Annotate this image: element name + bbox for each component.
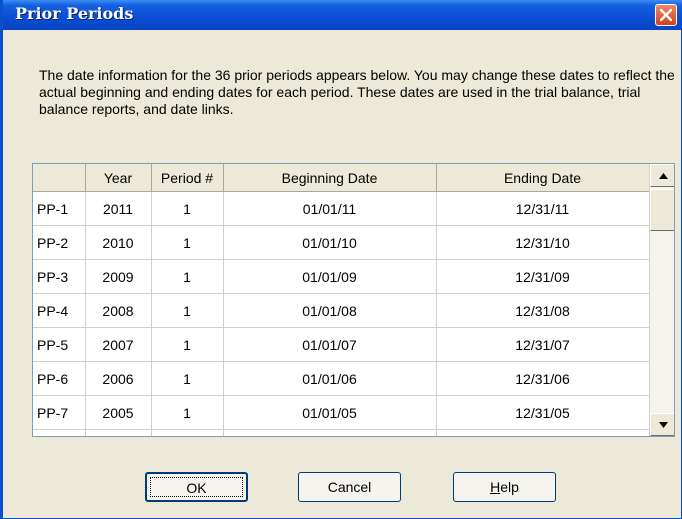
row-label-cell: PP-5 xyxy=(33,327,86,362)
cancel-label: Cancel xyxy=(327,479,372,495)
ok-label: OK xyxy=(186,480,207,496)
vertical-scrollbar[interactable] xyxy=(649,164,674,436)
beginning-date-cell[interactable]: 01/01/10 xyxy=(223,225,437,260)
cancel-button[interactable]: Cancel xyxy=(298,472,401,502)
title-bar[interactable]: Prior Periods xyxy=(3,0,682,30)
beginning-date-cell[interactable]: 01/01/07 xyxy=(223,327,437,362)
table-row[interactable]: PP-1 2011 1 01/01/11 12/31/11 xyxy=(33,191,650,226)
year-cell[interactable]: 2005 xyxy=(85,395,152,430)
row-label-cell: PP-7 xyxy=(33,395,86,430)
scroll-up-button[interactable] xyxy=(650,164,674,187)
row-label-cell: PP-6 xyxy=(33,361,86,396)
table-row[interactable]: PP-2 2010 1 01/01/10 12/31/10 xyxy=(33,225,650,260)
ending-date-cell[interactable]: 12/31/07 xyxy=(436,327,650,362)
period-cell[interactable]: 1 xyxy=(151,395,224,430)
ending-date-cell[interactable]: 12/31/10 xyxy=(436,225,650,260)
year-cell[interactable]: 2006 xyxy=(85,361,152,396)
year-cell[interactable]: 2011 xyxy=(85,191,152,226)
ending-date-cell[interactable]: 12/31/04 xyxy=(436,429,650,436)
year-cell[interactable]: 2007 xyxy=(85,327,152,362)
period-cell[interactable]: 1 xyxy=(151,225,224,260)
ending-date-cell[interactable]: 12/31/11 xyxy=(436,191,650,226)
row-label-cell: PP-4 xyxy=(33,293,86,328)
period-cell[interactable]: 1 xyxy=(151,259,224,294)
column-header-beginning-date[interactable]: Beginning Date xyxy=(223,164,437,192)
year-cell[interactable]: 2004 xyxy=(85,429,152,436)
table-row[interactable]: PP-5 2007 1 01/01/07 12/31/07 xyxy=(33,327,650,362)
row-label-cell: PP-2 xyxy=(33,225,86,260)
table-row[interactable]: PP-82004101/01/0412/31/04 xyxy=(33,429,650,436)
arrow-down-icon xyxy=(659,422,668,428)
table-row[interactable]: PP-3 2009 1 01/01/09 12/31/09 xyxy=(33,259,650,294)
header-row: Year Period # Beginning Date Ending Date xyxy=(33,164,650,192)
column-header-period[interactable]: Period # xyxy=(151,164,224,192)
year-cell[interactable]: 2009 xyxy=(85,259,152,294)
beginning-date-cell[interactable]: 01/01/09 xyxy=(223,259,437,294)
ending-date-cell[interactable]: 12/31/05 xyxy=(436,395,650,430)
beginning-date-cell[interactable]: 01/01/08 xyxy=(223,293,437,328)
help-label: Help xyxy=(490,479,519,495)
scroll-thumb[interactable] xyxy=(650,189,674,231)
period-cell[interactable]: 1 xyxy=(151,293,224,328)
row-label-cell: PP-8 xyxy=(33,429,86,436)
ending-date-cell[interactable]: 12/31/06 xyxy=(436,361,650,396)
period-cell[interactable]: 1 xyxy=(151,429,224,436)
column-header-ending-date[interactable]: Ending Date xyxy=(436,164,650,192)
row-label-cell: PP-1 xyxy=(33,191,86,226)
table-row[interactable]: PP-7 2005 1 01/01/05 12/31/05 xyxy=(33,395,650,430)
year-cell[interactable]: 2008 xyxy=(85,293,152,328)
ending-date-cell[interactable]: 12/31/09 xyxy=(436,259,650,294)
ending-date-cell[interactable]: 12/31/08 xyxy=(436,293,650,328)
row-label-cell: PP-3 xyxy=(33,259,86,294)
beginning-date-cell[interactable]: 01/01/04 xyxy=(223,429,437,436)
arrow-up-icon xyxy=(659,173,668,179)
period-cell[interactable]: 1 xyxy=(151,191,224,226)
periods-table: Year Period # Beginning Date Ending Date… xyxy=(33,164,650,436)
description-text: The date information for the 36 prior pe… xyxy=(39,67,675,117)
prior-periods-dialog: Prior Periods The date information for t… xyxy=(0,0,682,519)
column-header-year[interactable]: Year xyxy=(85,164,152,192)
scroll-down-button[interactable] xyxy=(650,413,674,436)
period-cell[interactable]: 1 xyxy=(151,361,224,396)
beginning-date-cell[interactable]: 01/01/11 xyxy=(223,191,437,226)
period-cell[interactable]: 1 xyxy=(151,327,224,362)
window-title: Prior Periods xyxy=(15,4,134,23)
help-accelerator: H xyxy=(490,479,501,495)
help-button[interactable]: Help xyxy=(453,472,556,502)
table-row[interactable]: PP-4 2008 1 01/01/08 12/31/08 xyxy=(33,293,650,328)
table-row[interactable]: PP-6 2006 1 01/01/06 12/31/06 xyxy=(33,361,650,396)
ok-button[interactable]: OK xyxy=(145,472,248,502)
close-button[interactable] xyxy=(655,4,677,26)
periods-grid: Year Period # Beginning Date Ending Date… xyxy=(32,163,675,437)
year-cell[interactable]: 2010 xyxy=(85,225,152,260)
beginning-date-cell[interactable]: 01/01/06 xyxy=(223,361,437,396)
column-header-row-label xyxy=(33,164,86,192)
beginning-date-cell[interactable]: 01/01/05 xyxy=(223,395,437,430)
help-label-rest: elp xyxy=(500,479,519,495)
close-icon xyxy=(660,9,672,21)
